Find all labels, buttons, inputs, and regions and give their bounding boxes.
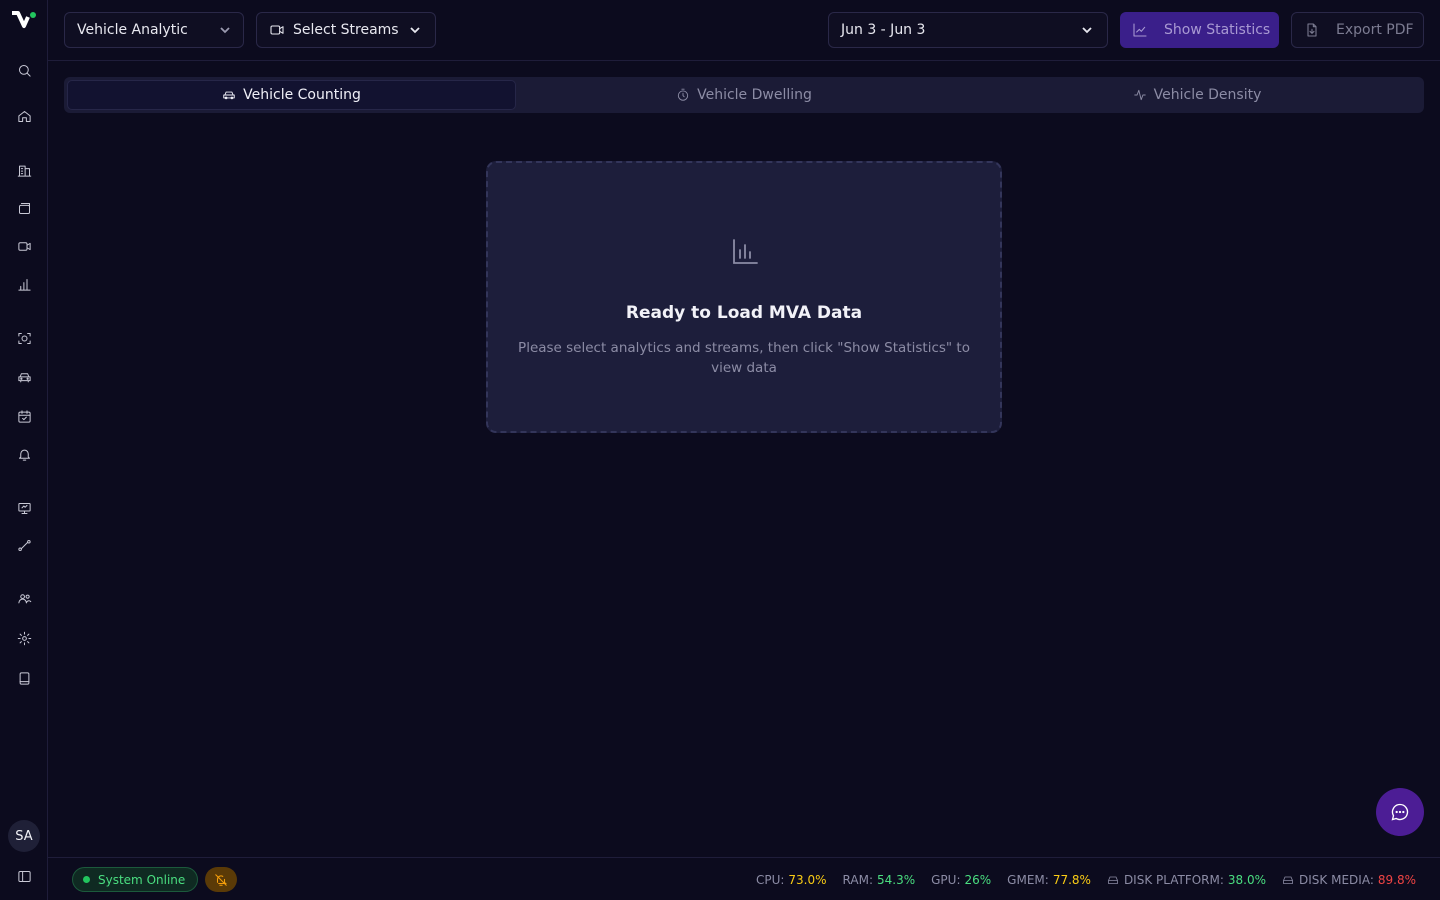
metric-label: GMEM: (1007, 872, 1049, 887)
bell-icon[interactable] (14, 444, 34, 464)
tab-label: Vehicle Density (1153, 87, 1262, 103)
search-icon[interactable] (14, 60, 34, 80)
tab-vehicle-dwelling[interactable]: Vehicle Dwelling (519, 80, 969, 110)
face-scan-icon[interactable] (14, 328, 34, 348)
tab-label: Vehicle Counting (243, 87, 361, 103)
tab-vehicle-density[interactable]: Vehicle Density (972, 80, 1422, 110)
settings-icon[interactable] (14, 628, 34, 648)
activity-icon (1133, 88, 1147, 102)
system-status-label: System Online (98, 872, 186, 887)
car-icon (222, 88, 236, 102)
analytic-select-value: Vehicle Analytic (77, 22, 188, 38)
show-statistics-label: Show Statistics (1164, 22, 1271, 38)
calendar-check-icon[interactable] (14, 406, 34, 426)
metric-value: 89.8% (1377, 872, 1416, 887)
sidebar-toggle-icon[interactable] (14, 866, 34, 886)
line-chart-icon (1132, 22, 1148, 38)
metric-cpu: CPU: 73.0% (756, 873, 827, 887)
metric-label: CPU: (755, 872, 785, 887)
status-footer: System Online CPU: 73.0% RAM: 54.3% GPU:… (48, 857, 1440, 900)
presentation-icon[interactable] (14, 498, 34, 518)
empty-state-description: Please select analytics and streams, the… (518, 340, 970, 376)
notifications-muted-button[interactable] (205, 867, 237, 892)
bell-off-icon (215, 873, 227, 886)
chart-icon[interactable] (14, 274, 34, 294)
app-logo[interactable] (11, 10, 37, 36)
file-download-icon (1304, 22, 1320, 38)
streams-select[interactable]: Select Streams (256, 12, 436, 48)
metric-gpu: GPU: 26% (931, 873, 991, 887)
show-statistics-button[interactable]: Show Statistics (1120, 12, 1279, 48)
building-icon[interactable] (14, 160, 34, 180)
metric-disk-media: DISK MEDIA: 89.8% (1282, 873, 1416, 887)
video-icon (269, 22, 285, 38)
book-icon[interactable] (14, 668, 34, 688)
date-range-value: Jun 3 - Jun 3 (841, 22, 926, 38)
metric-value: 54.3% (877, 872, 916, 887)
route-icon[interactable] (14, 535, 34, 555)
metric-value: 77.8% (1052, 872, 1091, 887)
empty-state-title: Ready to Load MVA Data (625, 303, 863, 323)
metric-label: RAM: (842, 872, 873, 887)
chevron-down-icon (219, 24, 231, 36)
hard-drive-icon (1282, 874, 1294, 886)
metric-value: 73.0% (788, 872, 827, 887)
chevron-down-icon (1081, 24, 1093, 36)
metric-label: DISK MEDIA: (1299, 872, 1374, 887)
system-metrics: CPU: 73.0% RAM: 54.3% GPU: 26% GMEM: 77.… (740, 858, 1416, 900)
export-pdf-button[interactable]: Export PDF (1291, 12, 1424, 48)
timer-icon (676, 88, 690, 102)
chat-button[interactable] (1376, 788, 1424, 836)
analytic-select[interactable]: Vehicle Analytic (64, 12, 244, 48)
metric-ram: RAM: 54.3% (843, 873, 916, 887)
export-pdf-label: Export PDF (1336, 22, 1414, 38)
avatar[interactable]: SA (8, 820, 40, 852)
layers-icon[interactable] (14, 198, 34, 218)
metric-value: 26% (964, 872, 992, 887)
car-icon[interactable] (14, 367, 34, 387)
status-dot (83, 876, 90, 883)
tab-vehicle-counting[interactable]: Vehicle Counting (67, 80, 516, 110)
metric-label: GPU: (931, 872, 961, 887)
metric-disk-platform: DISK PLATFORM: 38.0% (1107, 873, 1266, 887)
analytics-tabs: Vehicle Counting Vehicle Dwelling Vehicl… (64, 77, 1424, 113)
hard-drive-icon (1107, 874, 1119, 886)
date-range-picker[interactable]: Jun 3 - Jun 3 (828, 12, 1108, 48)
metric-gmem: GMEM: 77.8% (1007, 873, 1091, 887)
metric-value: 38.0% (1227, 872, 1267, 887)
video-icon[interactable] (14, 236, 34, 256)
empty-state-card: Ready to Load MVA Data Please select ana… (486, 161, 1002, 433)
home-icon[interactable] (14, 106, 34, 126)
bar-chart-icon (729, 236, 761, 268)
chevron-down-icon (409, 24, 421, 36)
system-status-badge: System Online (72, 867, 199, 892)
users-icon[interactable] (14, 588, 34, 608)
streams-select-label: Select Streams (293, 22, 399, 38)
tab-label: Vehicle Dwelling (697, 87, 812, 103)
metric-label: DISK PLATFORM: (1123, 872, 1224, 887)
chat-bubble-icon (1391, 803, 1409, 821)
sidebar: SA (0, 0, 48, 900)
